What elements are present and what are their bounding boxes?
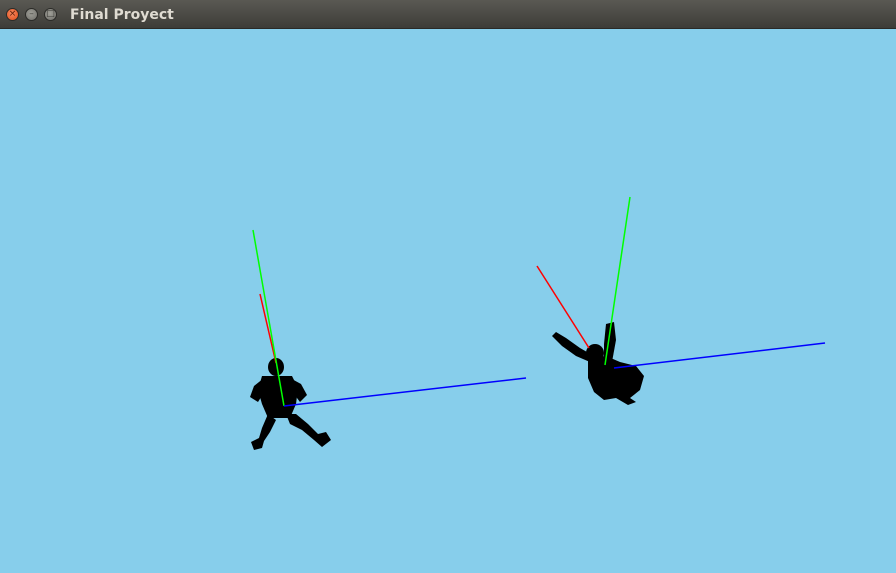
right-axis-x xyxy=(536,265,590,349)
close-icon: × xyxy=(8,9,17,19)
right-figure-axes xyxy=(536,196,826,369)
figure-right xyxy=(552,322,644,405)
render-viewport[interactable] xyxy=(0,29,896,573)
maximize-button[interactable]: □ xyxy=(44,8,57,21)
title-bar[interactable]: × – □ Final Proyect xyxy=(0,0,896,29)
figure-left xyxy=(250,358,331,450)
left-figure-axes xyxy=(252,229,527,407)
figure-right-torso xyxy=(588,356,644,405)
left-axis-x xyxy=(259,293,277,364)
maximize-icon: □ xyxy=(46,9,55,19)
close-button[interactable]: × xyxy=(6,8,19,21)
scene-svg xyxy=(250,196,826,450)
minimize-button[interactable]: – xyxy=(25,8,38,21)
window-title: Final Proyect xyxy=(70,7,174,23)
right-axis-z xyxy=(613,342,826,369)
figure-left-leg-left xyxy=(251,414,276,450)
left-axis-z xyxy=(283,377,527,407)
app-window: × – □ Final Proyect xyxy=(0,0,896,573)
minimize-icon: – xyxy=(29,9,34,19)
figure-left-leg-right xyxy=(286,414,331,447)
right-axis-y xyxy=(604,196,631,366)
